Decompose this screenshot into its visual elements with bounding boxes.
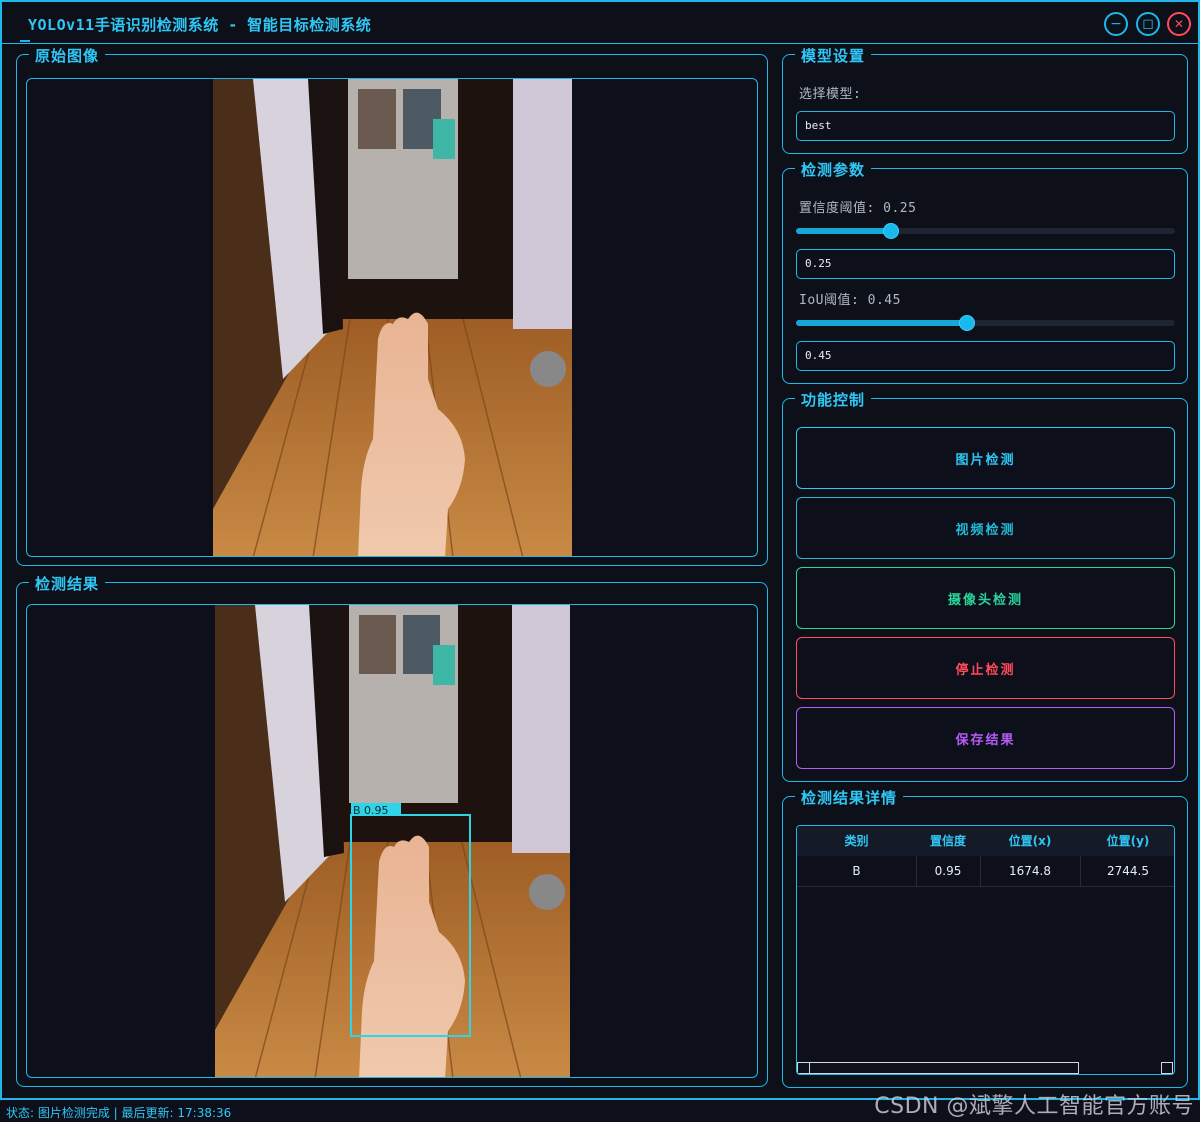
column-header-y[interactable]: 位置(y) — [1080, 826, 1174, 856]
result-table: 类别 置信度 位置(x) 位置(y) B 0.95 1674.8 2744.5 — [796, 825, 1175, 1075]
scroll-left-arrow-icon[interactable] — [798, 1063, 810, 1073]
original-image-group: 原始图像 — [16, 45, 768, 566]
original-image-frame — [26, 78, 758, 557]
detection-params-group: 检测参数 置信度阈值: 0.25 0.25 IoU阈值: 0.45 0.45 — [782, 159, 1188, 384]
row-divider — [797, 886, 1174, 887]
confidence-slider-fill — [796, 228, 891, 234]
result-image: B 0.95 — [215, 605, 570, 1077]
hand-photo-result: B 0.95 — [215, 605, 570, 1077]
model-settings-title: 模型设置 — [795, 45, 872, 66]
minimize-button[interactable]: − — [1104, 12, 1128, 36]
result-image-frame: B 0.95 — [26, 604, 758, 1078]
cell-y: 2744.5 — [1107, 864, 1149, 878]
confidence-input[interactable]: 0.25 — [796, 249, 1175, 279]
function-controls-title: 功能控制 — [795, 389, 872, 410]
title-accent — [20, 40, 30, 42]
confidence-label: 置信度阈值: 0.25 — [799, 201, 917, 216]
watermark: CSDN @斌擎人工智能官方账号 — [874, 1094, 1194, 1119]
maximize-icon: ◻ — [1142, 16, 1154, 32]
hand-photo-original — [213, 79, 572, 556]
function-controls-group: 功能控制 图片检测 视频检测 摄像头检测 停止检测 保存结果 — [782, 389, 1188, 782]
detection-params-title: 检测参数 — [795, 159, 872, 180]
cell-confidence: 0.95 — [934, 864, 962, 878]
column-header-class[interactable]: 类别 — [797, 826, 916, 856]
iou-slider[interactable] — [796, 315, 1175, 331]
original-image — [213, 79, 572, 556]
iou-input[interactable]: 0.45 — [796, 341, 1175, 371]
status-bar: 状态: 图片检测完成 | 最后更新: 17:38:36 — [6, 1106, 232, 1120]
cell-x: 1674.8 — [1009, 864, 1051, 878]
original-image-title: 原始图像 — [29, 45, 106, 66]
stop-detect-button[interactable]: 停止检测 — [796, 637, 1175, 699]
maximize-button[interactable]: ◻ — [1136, 12, 1160, 36]
column-header-x[interactable]: 位置(x) — [980, 826, 1080, 856]
horizontal-scrollbar[interactable] — [797, 1062, 1079, 1074]
scroll-corner — [1161, 1062, 1173, 1074]
title-bar[interactable]: YOLOv11手语识别检测系统 - 智能目标检测系统 − ◻ ✕ — [2, 2, 1198, 44]
column-header-confidence[interactable]: 置信度 — [916, 826, 980, 856]
confidence-slider-handle[interactable] — [882, 223, 899, 239]
iou-slider-fill — [796, 320, 967, 326]
detection-label: B 0.95 — [353, 804, 389, 817]
model-select[interactable]: best — [796, 111, 1175, 141]
iou-label: IoU阈值: 0.45 — [799, 293, 901, 308]
model-settings-group: 模型设置 选择模型: best — [782, 45, 1188, 154]
confidence-slider[interactable] — [796, 223, 1175, 239]
iou-slider-handle[interactable] — [958, 315, 975, 331]
save-result-button[interactable]: 保存结果 — [796, 707, 1175, 769]
close-button[interactable]: ✕ — [1167, 12, 1191, 36]
close-icon: ✕ — [1173, 17, 1185, 31]
minimize-icon: − — [1110, 16, 1122, 32]
video-detect-button[interactable]: 视频检测 — [796, 497, 1175, 559]
cell-class: B — [852, 864, 861, 878]
result-image-title: 检测结果 — [29, 573, 106, 594]
image-detect-button[interactable]: 图片检测 — [796, 427, 1175, 489]
table-header: 类别 置信度 位置(x) 位置(y) — [797, 826, 1174, 856]
window-title: YOLOv11手语识别检测系统 - 智能目标检测系统 — [28, 16, 372, 34]
select-model-label: 选择模型: — [799, 87, 862, 102]
result-details-title: 检测结果详情 — [795, 787, 904, 808]
result-details-group: 检测结果详情 类别 置信度 位置(x) 位置(y) B 0.95 1674.8 … — [782, 787, 1188, 1088]
result-image-group: 检测结果 B 0.95 — [16, 573, 768, 1087]
camera-detect-button[interactable]: 摄像头检测 — [796, 567, 1175, 629]
app-window: YOLOv11手语识别检测系统 - 智能目标检测系统 − ◻ ✕ 原始图像 检测… — [0, 0, 1200, 1100]
